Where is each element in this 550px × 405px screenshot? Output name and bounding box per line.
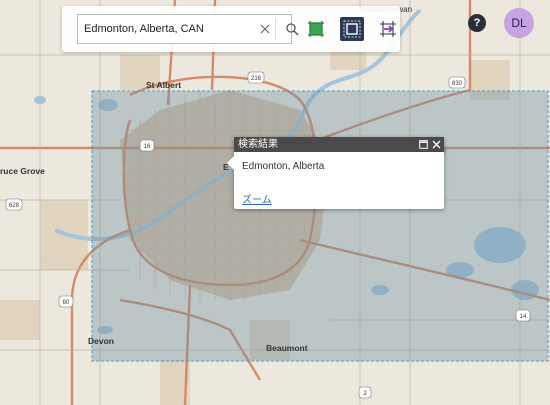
popup-zoom-link[interactable]: ズーム xyxy=(242,191,272,206)
user-avatar[interactable]: DL xyxy=(504,8,534,38)
svg-text:60: 60 xyxy=(63,300,70,306)
shield-60: 60 xyxy=(58,295,74,308)
popup-title: 検索結果 xyxy=(238,139,278,150)
label-beaumont: Beaumont xyxy=(266,343,308,353)
popup-close-button[interactable] xyxy=(430,138,442,151)
label-devon: Devon xyxy=(88,336,114,346)
clear-icon xyxy=(260,24,270,34)
shield-628: 628 xyxy=(5,198,23,211)
shield-14: 14 xyxy=(515,309,531,322)
svg-text:16: 16 xyxy=(144,144,151,150)
popup-header: 検索結果 xyxy=(234,137,444,152)
close-icon xyxy=(432,140,440,149)
avatar-initials: DL xyxy=(511,16,527,30)
search-icon xyxy=(286,22,299,35)
maximize-icon xyxy=(418,140,428,149)
select-extent-icon xyxy=(308,21,324,37)
label-st-albert: St Albert xyxy=(146,80,181,90)
popup-maximize-button[interactable] xyxy=(417,138,429,151)
svg-text:216: 216 xyxy=(251,76,262,82)
move-extent-icon xyxy=(380,21,396,37)
help-icon: ? xyxy=(473,17,481,29)
svg-text:830: 830 xyxy=(452,81,463,87)
svg-text:14: 14 xyxy=(520,314,527,320)
shield-16: 16 xyxy=(139,139,155,152)
search-box xyxy=(77,14,299,44)
draw-extent-button[interactable] xyxy=(340,17,364,41)
svg-text:628: 628 xyxy=(9,203,20,209)
clear-search-button[interactable] xyxy=(256,15,274,43)
draw-extent-icon xyxy=(343,20,361,38)
select-extent-button[interactable] xyxy=(304,17,328,41)
popup-content: Edmonton, Alberta xyxy=(242,161,325,172)
selected-extent[interactable] xyxy=(91,90,549,362)
label-spruce-grove: ruce Grove xyxy=(0,166,45,176)
shield-216: 216 xyxy=(247,71,265,84)
search-result-popup: 検索結果 Edmonton, Alberta ズーム xyxy=(227,137,444,209)
search-toolbar xyxy=(62,6,400,52)
help-button[interactable]: ? xyxy=(468,14,486,32)
shield-2: 2 xyxy=(358,386,372,399)
popup-pointer xyxy=(227,156,234,170)
move-extent-button[interactable] xyxy=(376,17,400,41)
search-input[interactable] xyxy=(78,15,256,43)
shield-830: 830 xyxy=(448,76,466,89)
